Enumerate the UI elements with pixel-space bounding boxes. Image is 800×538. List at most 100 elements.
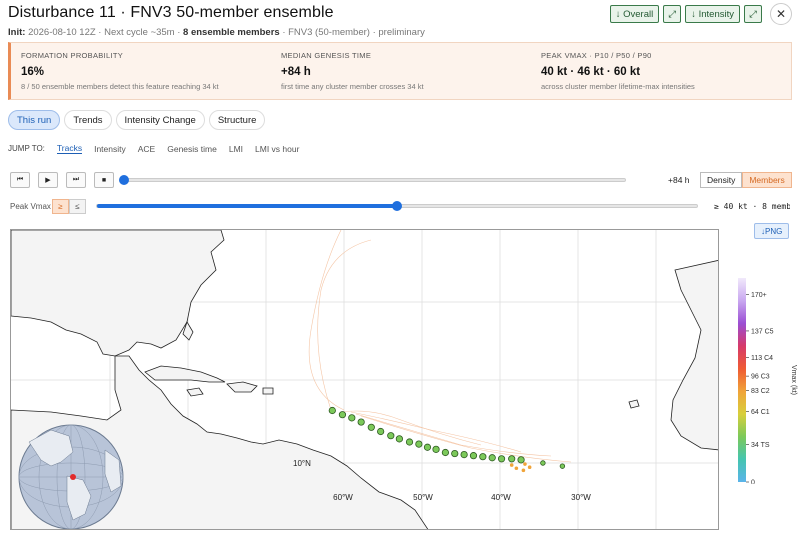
jump-link-genesis-time[interactable]: Genesis time (167, 144, 217, 154)
track-point[interactable] (415, 440, 423, 448)
download-intensity-button[interactable]: ↓ Intensity (685, 5, 740, 23)
header: Disturbance 11 · FNV3 50-member ensemble… (8, 4, 608, 38)
track-point[interactable] (497, 455, 506, 463)
track-point[interactable] (469, 452, 478, 460)
vmax-colorbar: 0 34 TS 64 C1 83 C2 96 C3 113 C4 137 C5 170+ Vm… (728, 278, 798, 487)
page-title: Disturbance 11 · FNV3 50-member ensemble (8, 4, 334, 21)
track-point[interactable] (367, 423, 375, 431)
track-point[interactable] (405, 438, 414, 446)
tab-structure[interactable]: Structure (208, 110, 266, 130)
track-point[interactable] (540, 460, 546, 466)
track-point-minor (527, 465, 532, 469)
location-marker (70, 474, 76, 480)
vmax-compare-toggle: ≥ ≤ (52, 199, 86, 214)
track-point-minor (514, 466, 519, 471)
members-mode-button[interactable]: Members (742, 172, 792, 188)
stop-button[interactable]: ■ (94, 172, 114, 188)
track-point[interactable] (377, 427, 385, 436)
track-point[interactable] (508, 455, 516, 463)
jump-link-tracks[interactable]: Tracks (56, 143, 83, 154)
lon-label-50w: 50°W (413, 493, 433, 502)
colorbar-ticks: 0 34 TS 64 C1 83 C2 96 C3 113 C4 137 C5 170+ (746, 292, 774, 487)
track-point[interactable] (387, 432, 395, 440)
density-mode-button[interactable]: Density (700, 172, 743, 188)
play-button[interactable]: ▶ (38, 172, 58, 188)
track-point[interactable] (441, 448, 449, 457)
tab-trends[interactable]: Trends (64, 110, 112, 130)
track-point[interactable] (423, 443, 432, 451)
colorbar-tick-label: 170+ (751, 292, 767, 299)
jump-link-lmi-vs-hour[interactable]: LMI vs hour (255, 144, 299, 154)
members-count: 8 ensemble members (183, 27, 280, 38)
track-point[interactable] (460, 451, 468, 459)
tab-this-run[interactable]: This run (8, 110, 61, 130)
map-canvas: 60°W 50°W 40°W 30°W 10°N (11, 230, 718, 529)
north-america-land (11, 230, 225, 357)
lat-label-10n: 10°N (293, 459, 311, 468)
summary-value: +84 h (281, 66, 311, 78)
colorbar-tick-label: 64 C1 (751, 409, 770, 416)
model-info: · FNV3 (50-member) · preliminary (282, 27, 425, 38)
time-slider-track[interactable] (124, 178, 626, 182)
track-point[interactable] (338, 411, 347, 419)
track-point[interactable] (432, 445, 440, 453)
view-tabs: This run Trends Intensity Change Structu… (8, 110, 266, 130)
peak-vmax-label: Peak Vmax (10, 202, 51, 211)
jump-link-intensity[interactable]: Intensity (94, 144, 126, 154)
colorbar-tick-label: 83 C2 (751, 388, 770, 395)
colorbar-tick-label: 113 C4 (751, 355, 773, 362)
track-point[interactable] (479, 453, 487, 461)
colorbar-tick-label: 0 (751, 480, 755, 485)
track-point-minor (523, 462, 527, 466)
forecast-hour-readout: +84 h (668, 175, 690, 185)
jump-link-lmi[interactable]: LMI (229, 144, 243, 154)
close-button[interactable]: ✕ (770, 3, 792, 25)
summary-subtext: across cluster member lifetime-max inten… (541, 82, 695, 91)
summary-label: MEDIAN GENESIS TIME (281, 51, 372, 60)
track-point[interactable] (348, 414, 356, 422)
vmax-slider-fill (97, 204, 398, 208)
greater-equal-button[interactable]: ≥ (52, 199, 69, 214)
tab-intensity-change[interactable]: Intensity Change (115, 110, 205, 130)
jump-to-nav: JUMP TO: Tracks Intensity ACE Genesis ti… (8, 143, 299, 154)
track-point[interactable] (559, 463, 566, 469)
track-point-minor (521, 468, 526, 473)
vmax-readout: ≥ 40 kt · 8 memb (714, 202, 790, 211)
colorbar-bar (738, 278, 746, 482)
track-point[interactable] (357, 418, 365, 426)
colorbar-svg: 0 34 TS 64 C1 83 C2 96 C3 113 C4 137 C5 170+ Vm… (738, 278, 797, 487)
time-slider-handle[interactable] (119, 175, 129, 185)
summary-value: 40 kt · 46 kt · 60 kt (541, 66, 641, 78)
track-point[interactable] (488, 454, 496, 462)
display-mode-toggle: Density Members (700, 172, 792, 188)
globe-inset (18, 424, 124, 529)
download-png-button[interactable]: ↓PNG (754, 223, 790, 239)
skip-forward-button[interactable]: ⏭ (66, 172, 86, 188)
less-equal-button[interactable]: ≤ (69, 199, 86, 214)
skip-back-button[interactable]: ⏮ (10, 172, 30, 188)
lon-label-40w: 40°W (491, 493, 511, 502)
colorbar-title: Vmax (kt) (790, 365, 797, 395)
colorbar-tick-label: 34 TS (751, 442, 770, 449)
expand-overall-button[interactable]: ⤢ (663, 5, 682, 23)
track-map[interactable]: 60°W 50°W 40°W 30°W 10°N (10, 229, 719, 530)
track-point[interactable] (328, 406, 336, 415)
track-point[interactable] (451, 449, 459, 458)
track-point[interactable] (395, 435, 403, 443)
colorbar-tick-label: 96 C3 (751, 374, 770, 381)
expand-intensity-button[interactable]: ⤢ (744, 5, 762, 23)
ensemble-tracks (308, 230, 572, 463)
jump-link-ace[interactable]: ACE (138, 144, 155, 154)
download-overall-button[interactable]: ↓ Overall (609, 5, 660, 23)
vmax-slider-handle[interactable] (392, 201, 402, 211)
track-point[interactable] (517, 456, 525, 464)
summary-subtext: first time any cluster member crosses 34… (281, 82, 424, 91)
summary-label: FORMATION PROBABILITY (21, 51, 124, 60)
run-info: Init: 2026-08-10 12Z · Next cycle ~35m ·… (8, 27, 608, 38)
jamaica-land (186, 387, 204, 397)
playback-controls: ⏮ ▶ ⏭ ■ +84 h Density Members (10, 172, 792, 190)
top-actions: ↓ Overall ⤢ ↓ Intensity ⤢ ✕ (609, 3, 792, 25)
africa-land (670, 260, 718, 451)
cuba-land (144, 365, 226, 383)
summary-value: 16% (21, 66, 45, 78)
